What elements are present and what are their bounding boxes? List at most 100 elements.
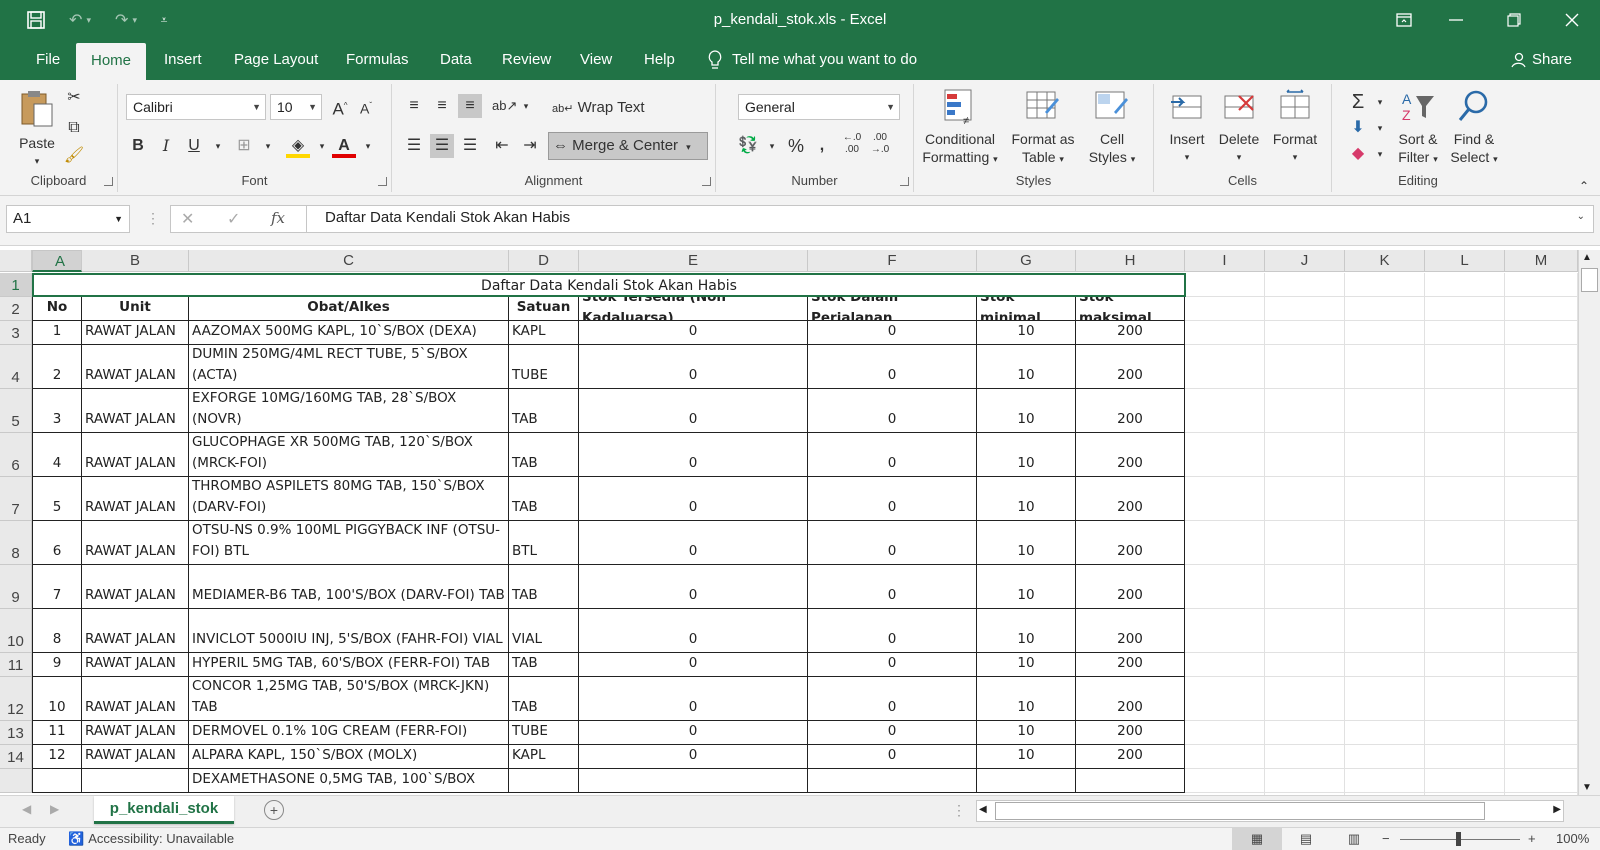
stock-max-cell[interactable] (1076, 769, 1185, 793)
tab-home[interactable]: Home (76, 43, 146, 80)
merge-center-button[interactable]: ⇔ Merge & Center ▾ (548, 132, 708, 160)
stock-available-cell[interactable]: 0 (579, 477, 808, 521)
comma-style-button[interactable]: , (810, 134, 834, 158)
tab-page-layout[interactable]: Page Layout (220, 40, 332, 80)
item-name-cell[interactable]: EXFORGE 10MG/160MG TAB, 28`S/BOX (NOVR) (189, 389, 509, 433)
scroll-up-icon[interactable]: ▲ (1582, 252, 1592, 263)
unit-measure-cell[interactable]: TAB (509, 653, 579, 677)
stock-max-cell[interactable]: 200 (1076, 609, 1185, 653)
column-header-h[interactable]: H (1076, 250, 1185, 272)
next-sheet-icon[interactable]: ▶ (50, 802, 59, 816)
stock-in-transit-cell[interactable]: 0 (808, 745, 977, 769)
ribbon-display-icon[interactable] (1376, 0, 1432, 40)
unit-measure-cell[interactable]: TAB (509, 433, 579, 477)
stock-in-transit-cell[interactable]: 0 (808, 721, 977, 745)
item-name-cell[interactable]: AAZOMAX 500MG KAPL, 10`S/BOX (DEXA) (189, 321, 509, 345)
format-painter-icon[interactable]: 🖌 (62, 144, 86, 168)
no-cell[interactable]: 11 (32, 721, 82, 745)
column-header-l[interactable]: L (1425, 250, 1505, 272)
zoom-in-icon[interactable]: + (1528, 831, 1536, 846)
orientation-dropdown-icon[interactable]: ▾ (514, 94, 538, 118)
stock-available-cell[interactable]: 0 (579, 653, 808, 677)
stock-max-cell[interactable]: 200 (1076, 745, 1185, 769)
stock-available-cell[interactable]: 0 (579, 565, 808, 609)
unit-measure-cell[interactable]: KAPL (509, 321, 579, 345)
row-header[interactable]: 8 (0, 521, 32, 565)
decrease-decimal-icon[interactable]: .00 →.0 (868, 132, 892, 156)
stock-max-cell[interactable]: 200 (1076, 389, 1185, 433)
page-layout-view-icon[interactable]: ▤ (1294, 828, 1318, 850)
item-name-cell[interactable]: OTSU-NS 0.9% 100ML PIGGYBACK INF (OTSU-F… (189, 521, 509, 565)
no-cell[interactable]: 7 (32, 565, 82, 609)
normal-view-icon[interactable]: ▦ (1232, 828, 1282, 850)
stock-min-cell[interactable]: 10 (977, 433, 1076, 477)
row-header[interactable]: 14 (0, 745, 32, 769)
unit-measure-cell[interactable]: TAB (509, 477, 579, 521)
decrease-font-icon[interactable]: Aˇ (354, 94, 378, 118)
item-name-cell[interactable]: MEDIAMER-B6 TAB, 100'S/BOX (DARV-FOI) TA… (189, 565, 509, 609)
stock-max-cell[interactable]: 200 (1076, 721, 1185, 745)
top-align-icon[interactable]: ≡ (402, 94, 426, 118)
conditional-formatting-button[interactable]: ≠ Conditional Formatting ▾ (918, 88, 1002, 168)
column-header-b[interactable]: B (82, 250, 189, 272)
column-header-i[interactable]: I (1185, 250, 1265, 272)
row-header[interactable]: 2 (0, 297, 32, 321)
bottom-align-icon[interactable]: ≡ (458, 94, 482, 118)
item-name-cell[interactable]: THROMBO ASPILETS 80MG TAB, 150`S/BOX (DA… (189, 477, 509, 521)
select-all-corner[interactable] (0, 250, 32, 272)
insert-cells-button[interactable]: Insert ▾ (1162, 88, 1212, 166)
borders-dropdown-icon[interactable]: ▾ (256, 134, 280, 158)
align-center-icon[interactable]: ☰ (430, 134, 454, 158)
row-header[interactable]: 10 (0, 609, 32, 653)
align-left-icon[interactable]: ☰ (402, 134, 426, 158)
unit-cell[interactable]: RAWAT JALAN (82, 677, 189, 721)
row-header[interactable] (0, 769, 32, 793)
collapse-ribbon-icon[interactable]: ⌃ (1572, 174, 1596, 198)
column-header-g[interactable]: G (977, 250, 1076, 272)
font-color-icon[interactable]: A (332, 134, 356, 158)
item-name-cell[interactable]: DUMIN 250MG/4ML RECT TUBE, 5`S/BOX (ACTA… (189, 345, 509, 389)
tab-insert[interactable]: Insert (150, 40, 216, 80)
stock-max-cell[interactable]: 200 (1076, 677, 1185, 721)
row-header[interactable]: 3 (0, 321, 32, 345)
stock-min-cell[interactable]: 10 (977, 677, 1076, 721)
unit-measure-cell[interactable]: VIAL (509, 609, 579, 653)
unit-cell[interactable]: RAWAT JALAN (82, 389, 189, 433)
no-cell[interactable]: 8 (32, 609, 82, 653)
spreadsheet-grid[interactable]: A B C D E F G H I J K L M 1 2 3 4 5 6 7 8 9 10 11 12 13 14 Daftar D… (0, 250, 1578, 795)
zoom-level[interactable]: 100% (1556, 831, 1589, 846)
underline-dropdown-icon[interactable]: ▾ (206, 134, 230, 158)
fill-dropdown-icon[interactable]: ▾ (310, 134, 334, 158)
new-sheet-icon[interactable]: + (264, 800, 284, 820)
alignment-launcher-icon[interactable] (702, 177, 711, 186)
zoom-slider-thumb[interactable] (1456, 832, 1461, 846)
row-header[interactable]: 4 (0, 345, 32, 389)
accounting-format-icon[interactable]: 💱 (736, 134, 760, 158)
column-title-cell[interactable]: Unit (82, 297, 189, 321)
item-name-cell[interactable]: GLUCOPHAGE XR 500MG TAB, 120`S/BOX (MRCK… (189, 433, 509, 477)
stock-min-cell[interactable]: 10 (977, 345, 1076, 389)
unit-measure-cell[interactable]: TUBE (509, 345, 579, 389)
tab-help[interactable]: Help (630, 40, 689, 80)
unit-cell[interactable]: RAWAT JALAN (82, 321, 189, 345)
row-header[interactable]: 6 (0, 433, 32, 477)
stock-max-cell[interactable]: 200 (1076, 433, 1185, 477)
item-name-cell[interactable]: DERMOVEL 0.1% 10G CREAM (FERR-FOI) (189, 721, 509, 745)
column-header-k[interactable]: K (1345, 250, 1425, 272)
column-header-d[interactable]: D (509, 250, 579, 272)
autosum-icon[interactable]: Σ (1346, 90, 1370, 114)
accessibility-status[interactable]: ♿ Accessibility: Unavailable (68, 831, 234, 847)
stock-min-cell[interactable]: 10 (977, 721, 1076, 745)
clipboard-launcher-icon[interactable] (104, 177, 113, 186)
stock-min-cell[interactable] (977, 769, 1076, 793)
stock-min-cell[interactable]: 10 (977, 653, 1076, 677)
sheet-title-cell[interactable]: Daftar Data Kendali Stok Akan Habis (32, 273, 1186, 297)
column-header-c[interactable]: C (189, 250, 509, 272)
name-box[interactable]: A1 ▼ (6, 205, 130, 233)
tab-data[interactable]: Data (426, 40, 486, 80)
column-header-m[interactable]: M (1505, 250, 1578, 272)
stock-available-cell[interactable] (579, 769, 808, 793)
close-icon[interactable] (1544, 0, 1600, 40)
middle-align-icon[interactable]: ≡ (430, 94, 454, 118)
column-title-cell[interactable]: No (32, 297, 82, 321)
